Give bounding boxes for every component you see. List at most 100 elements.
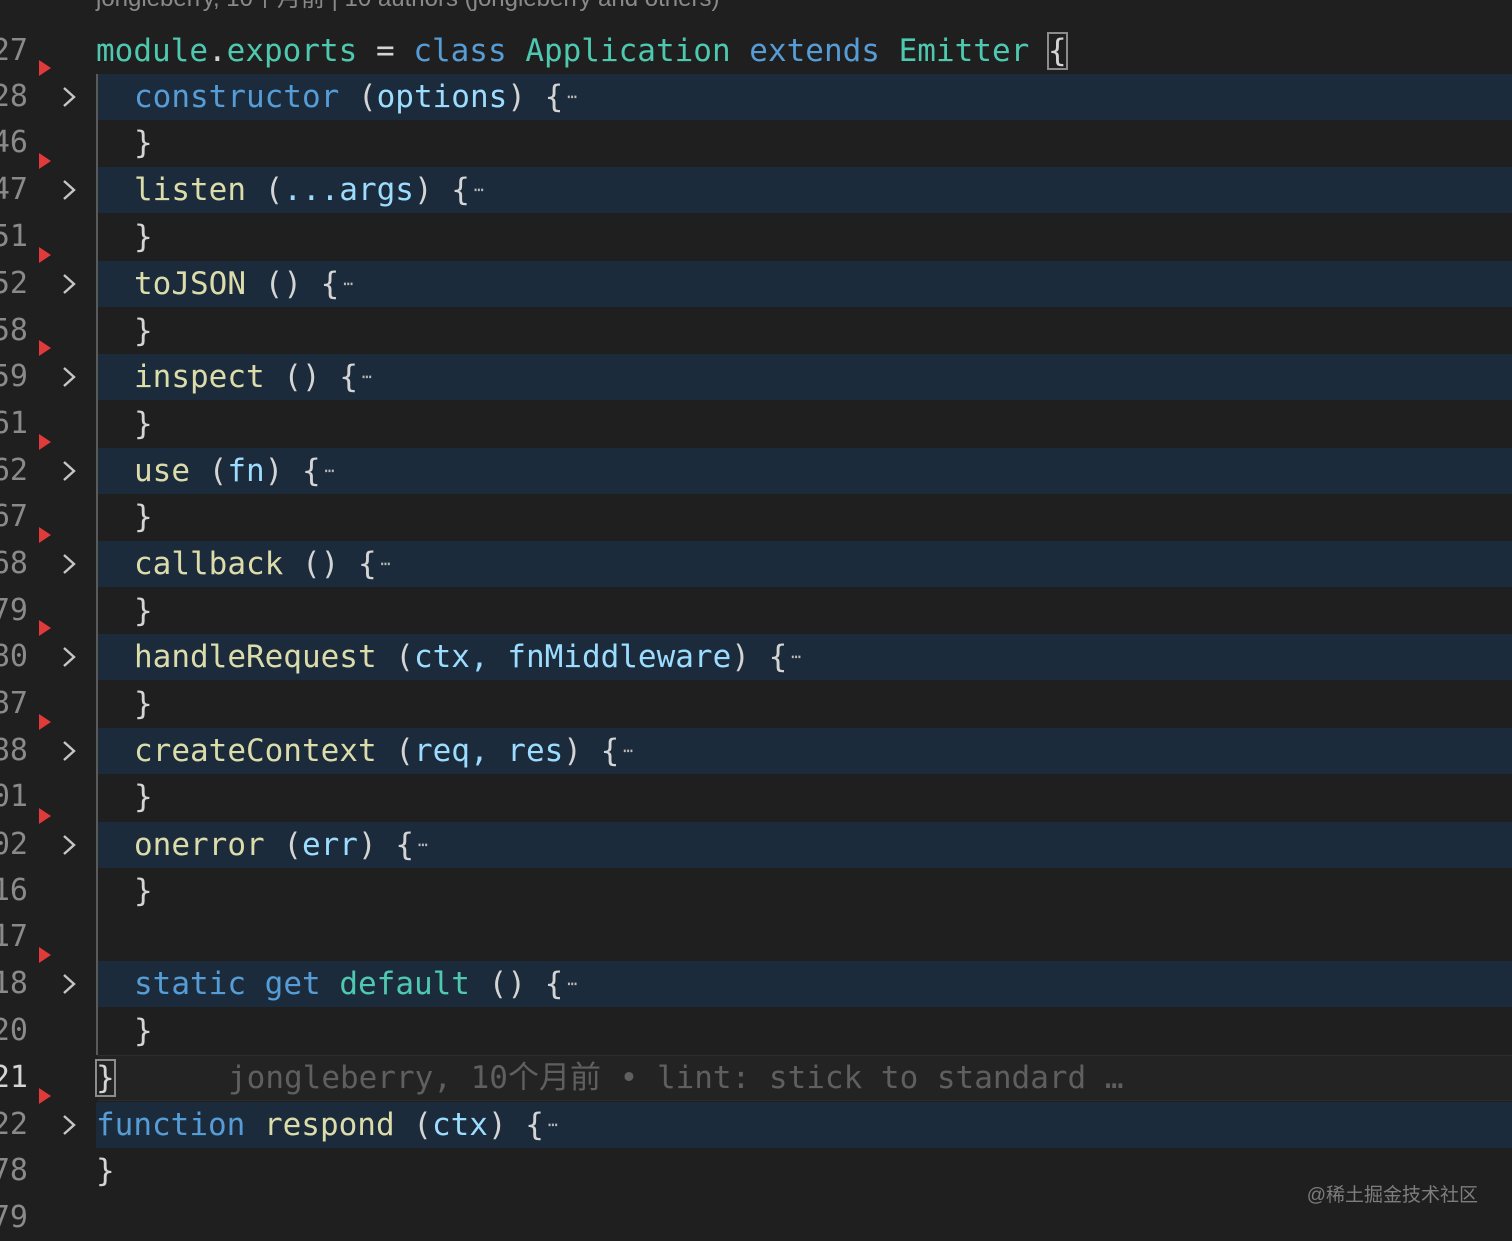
code-line-current[interactable]: 21 } jongleberry, 10个月前 • lint: stick to… <box>0 1055 1512 1101</box>
diff-deleted-marker-icon[interactable] <box>39 434 51 450</box>
code-line-folded[interactable]: 88 createContext (req, res) {⋯ <box>0 714 1512 774</box>
line-number: 79 <box>0 1200 28 1235</box>
line-number: 88 <box>0 733 28 768</box>
code-text: module.exports = class Application exten… <box>96 32 1068 70</box>
code-text: toJSON () {⋯ <box>134 261 353 307</box>
diff-deleted-marker-icon[interactable] <box>39 620 51 636</box>
chevron-right-icon[interactable] <box>58 85 80 109</box>
code-line[interactable]: 46 } <box>0 120 1512 166</box>
diff-deleted-marker-icon[interactable] <box>39 947 51 963</box>
code-text: } <box>134 1013 153 1049</box>
code-text: constructor (options) {⋯ <box>134 74 577 120</box>
folded-ellipsis[interactable]: ⋯ <box>791 634 801 680</box>
code-line-folded[interactable]: 28 constructor (options) {⋯ <box>0 60 1512 120</box>
folded-ellipsis[interactable]: ⋯ <box>362 354 372 400</box>
code-line-folded[interactable]: 80 handleRequest (ctx, fnMiddleware) {⋯ <box>0 620 1512 680</box>
line-number: 01 <box>0 779 28 814</box>
line-number: 79 <box>0 593 28 628</box>
code-line-folded[interactable]: 59 inspect () {⋯ <box>0 340 1512 400</box>
folded-ellipsis[interactable]: ⋯ <box>418 822 428 868</box>
code-text: } <box>134 593 153 629</box>
diff-deleted-marker-icon[interactable] <box>39 714 51 730</box>
code-text: } <box>96 1153 115 1189</box>
chevron-right-icon[interactable] <box>58 1113 80 1137</box>
code-line[interactable]: 17 <box>0 914 1512 960</box>
folded-ellipsis[interactable]: ⋯ <box>567 961 577 1007</box>
folded-ellipsis[interactable]: ⋯ <box>623 728 633 774</box>
code-line-folded[interactable]: 47 listen (...args) {⋯ <box>0 153 1512 213</box>
line-number: 61 <box>0 406 28 441</box>
line-number: 02 <box>0 827 28 862</box>
code-text: } <box>134 873 153 909</box>
chevron-right-icon[interactable] <box>58 833 80 857</box>
line-number: 28 <box>0 79 28 114</box>
chevron-right-icon[interactable] <box>58 459 80 483</box>
code-text: } <box>134 406 153 442</box>
folded-ellipsis[interactable]: ⋯ <box>567 74 577 120</box>
line-number: 27 <box>0 33 28 68</box>
code-line[interactable]: 61 } <box>0 401 1512 447</box>
diff-deleted-marker-icon[interactable] <box>39 153 51 169</box>
chevron-right-icon[interactable] <box>58 178 80 202</box>
diff-deleted-marker-icon[interactable] <box>39 1088 51 1104</box>
line-number: 80 <box>0 639 28 674</box>
diff-deleted-marker-icon[interactable] <box>39 247 51 263</box>
indent-guide <box>96 74 98 1055</box>
inline-blame[interactable]: jongleberry, 10个月前 • lint: stick to stan… <box>228 1055 1124 1101</box>
code-editor[interactable]: jongleberry, 10个月前 | 10 authors (jongleb… <box>0 0 1512 1235</box>
chevron-right-icon[interactable] <box>58 552 80 576</box>
code-text: callback () {⋯ <box>134 541 391 587</box>
code-line[interactable]: 58 } <box>0 308 1512 354</box>
line-number: 59 <box>0 359 28 394</box>
code-line-folded[interactable]: 22 function respond (ctx) {⋯ <box>0 1088 1512 1148</box>
diff-deleted-marker-icon[interactable] <box>39 808 51 824</box>
code-text: function respond (ctx) {⋯ <box>96 1102 558 1148</box>
line-number: 21 <box>0 1060 28 1095</box>
folded-ellipsis[interactable]: ⋯ <box>381 541 391 587</box>
code-line[interactable]: 79 <box>0 1195 1512 1241</box>
chevron-right-icon[interactable] <box>58 972 80 996</box>
code-line[interactable]: 27 module.exports = class Application ex… <box>0 28 1512 74</box>
code-line[interactable]: 87 } <box>0 681 1512 727</box>
code-text: } <box>134 313 153 349</box>
code-text: } <box>95 1055 116 1101</box>
line-number: 47 <box>0 172 28 207</box>
diff-deleted-marker-icon[interactable] <box>39 527 51 543</box>
code-text: use (fn) {⋯ <box>134 448 335 494</box>
matching-bracket: { <box>1046 32 1068 70</box>
code-line[interactable]: 16 } <box>0 868 1512 914</box>
code-line-folded[interactable]: 02 onerror (err) {⋯ <box>0 808 1512 868</box>
chevron-right-icon[interactable] <box>58 645 80 669</box>
diff-deleted-marker-icon[interactable] <box>39 340 51 356</box>
folded-ellipsis[interactable]: ⋯ <box>325 448 335 494</box>
code-text: onerror (err) {⋯ <box>134 822 428 868</box>
chevron-right-icon[interactable] <box>58 272 80 296</box>
code-line-folded[interactable]: 68 callback () {⋯ <box>0 527 1512 587</box>
code-line[interactable]: 79 } <box>0 588 1512 634</box>
code-text: } <box>134 219 153 255</box>
folded-ellipsis[interactable]: ⋯ <box>548 1102 558 1148</box>
code-line-folded[interactable]: 52 toJSON () {⋯ <box>0 247 1512 307</box>
code-line[interactable]: 78 } <box>0 1148 1512 1194</box>
folded-ellipsis[interactable]: ⋯ <box>343 261 353 307</box>
code-text: } <box>134 499 153 535</box>
code-text: listen (...args) {⋯ <box>134 167 484 213</box>
code-line[interactable]: 67 } <box>0 494 1512 540</box>
code-line[interactable]: 51 } <box>0 214 1512 260</box>
chevron-right-icon[interactable] <box>58 365 80 389</box>
code-text: } <box>134 779 153 815</box>
diff-deleted-marker-icon[interactable] <box>39 60 51 76</box>
code-line-folded[interactable]: 62 use (fn) {⋯ <box>0 434 1512 494</box>
code-text: createContext (req, res) {⋯ <box>134 728 633 774</box>
chevron-right-icon[interactable] <box>58 739 80 763</box>
watermark: @稀土掘金技术社区 <box>1306 1185 1478 1206</box>
code-text: } <box>134 686 153 722</box>
line-number: 46 <box>0 125 28 160</box>
code-line[interactable]: 20 } <box>0 1008 1512 1054</box>
line-number: 20 <box>0 1013 28 1048</box>
code-line[interactable]: 01 } <box>0 774 1512 820</box>
folded-ellipsis[interactable]: ⋯ <box>474 167 484 213</box>
code-line-folded[interactable]: 18 static get default () {⋯ <box>0 947 1512 1007</box>
code-text: inspect () {⋯ <box>134 354 372 400</box>
blame-header[interactable]: jongleberry, 10个月前 | 10 authors (jongleb… <box>96 0 719 14</box>
